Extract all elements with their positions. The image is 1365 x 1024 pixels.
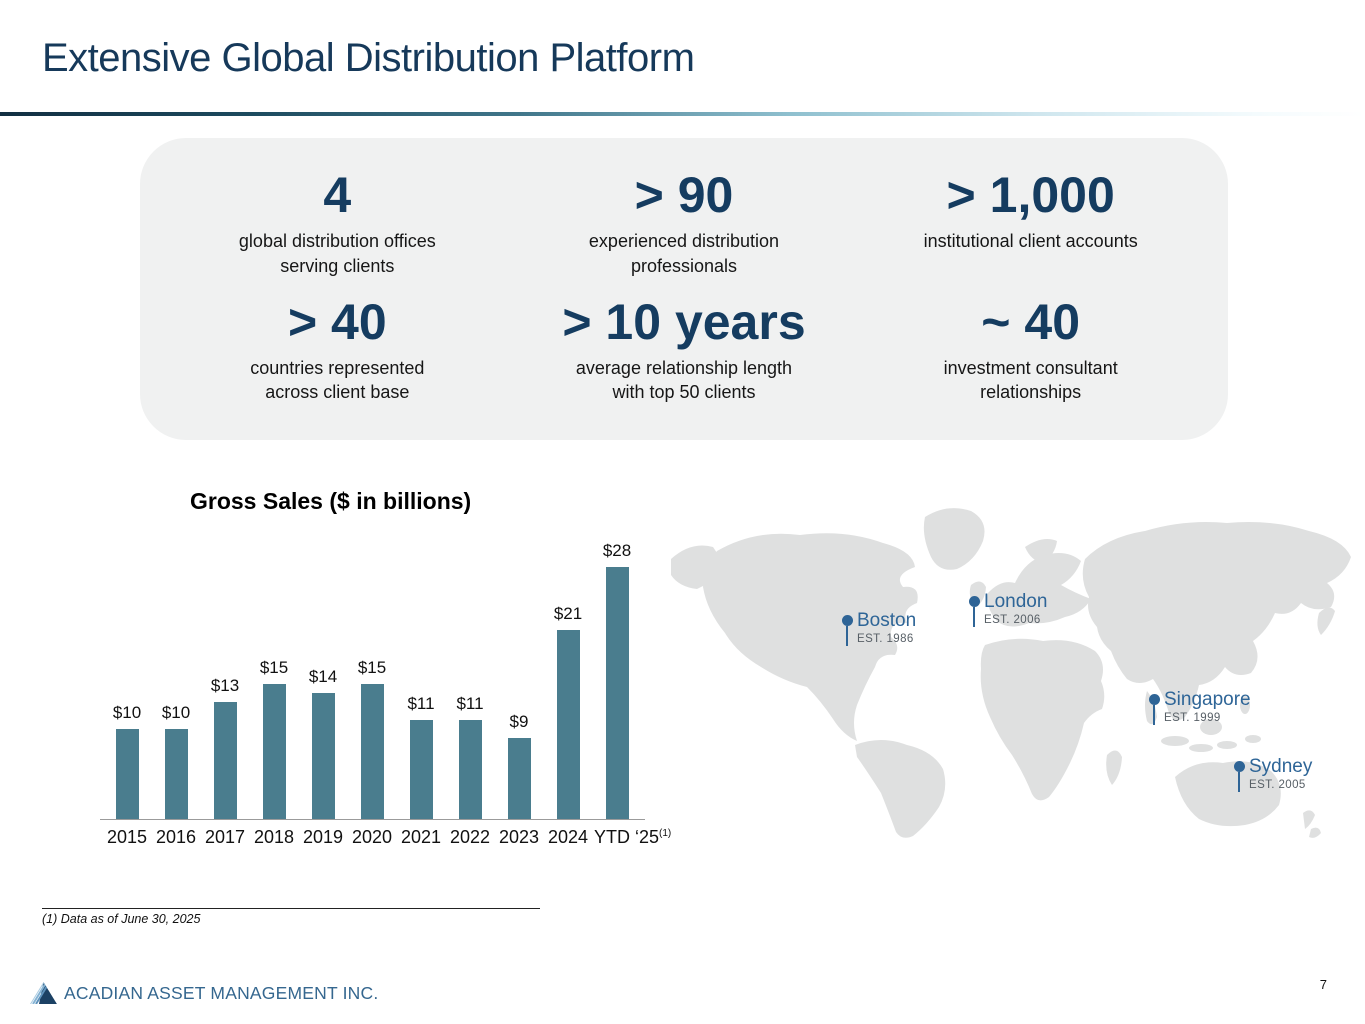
bar-data-label: $13 (211, 676, 239, 696)
bar (312, 693, 335, 819)
bar-data-label: $28 (603, 541, 631, 561)
stat-value: ~ 40 (857, 295, 1204, 350)
x-axis-label: 2018 (251, 827, 297, 848)
stat-value: > 1,000 (857, 168, 1204, 223)
stat-caption: average relationship length with top 50 … (511, 356, 858, 406)
stat-item-3: > 1,000 institutional client accounts (857, 168, 1204, 279)
bar-data-label: $10 (162, 703, 190, 723)
x-axis-label: 2021 (398, 827, 444, 848)
pin-head-icon (1234, 761, 1245, 772)
pin-stem-icon (1238, 772, 1241, 792)
bar-chart-x-labels: 2015201620172018201920202021202220232024… (100, 827, 645, 848)
bar (116, 729, 139, 819)
bar (214, 702, 237, 819)
bar (508, 738, 531, 819)
stat-value: > 90 (511, 168, 858, 223)
pin-stem-icon (846, 626, 849, 646)
pin-head-icon (1149, 694, 1160, 705)
stat-value: 4 (164, 168, 511, 223)
title-divider (0, 112, 1365, 116)
bar-data-label: $10 (113, 703, 141, 723)
page-title: Extensive Global Distribution Platform (42, 36, 694, 81)
bar-column: $21 (545, 604, 591, 819)
acadian-logo-icon (30, 982, 57, 1004)
office-city: Singapore (1164, 689, 1251, 711)
bar-data-label: $11 (407, 694, 434, 714)
stat-caption: global distribution offices serving clie… (164, 229, 511, 279)
stat-item-4: > 40 countries represented across client … (164, 295, 511, 406)
bar-column: $11 (398, 694, 444, 819)
stat-value: > 40 (164, 295, 511, 350)
bar-data-label: $11 (456, 694, 483, 714)
stat-item-6: ~ 40 investment consultant relationships (857, 295, 1204, 406)
page-number: 7 (1320, 977, 1327, 992)
bar-column: $10 (153, 703, 199, 819)
office-label: BostonEST. 1986 (857, 610, 916, 645)
office-established: EST. 1999 (1164, 712, 1251, 724)
office-established: EST. 2005 (1249, 779, 1312, 791)
bar-data-label: $15 (358, 658, 386, 678)
x-axis-label: 2017 (202, 827, 248, 848)
bar-data-label: $14 (309, 667, 337, 687)
stat-item-1: 4 global distribution offices serving cli… (164, 168, 511, 279)
bar-data-label: $21 (554, 604, 582, 624)
bar-data-label: $9 (510, 712, 529, 732)
bar (263, 684, 286, 819)
bar-column: $15 (349, 658, 395, 819)
office-label: SydneyEST. 2005 (1249, 756, 1312, 791)
footnote-divider (42, 908, 540, 909)
pin-stem-icon (1153, 705, 1156, 725)
bar (410, 720, 433, 819)
company-name: ACADIAN ASSET MANAGEMENT INC. (64, 983, 378, 1004)
x-axis-label: YTD ‘25(1) (594, 827, 640, 848)
bar-column: $14 (300, 667, 346, 819)
company-logo: ACADIAN ASSET MANAGEMENT INC. (30, 982, 378, 1004)
footnote: (1) Data as of June 30, 2025 (42, 912, 200, 926)
bar-column: $28 (594, 541, 640, 819)
x-axis-label: 2022 (447, 827, 493, 848)
office-label: SingaporeEST. 1999 (1164, 689, 1251, 724)
stat-caption: institutional client accounts (857, 229, 1204, 254)
office-city: Sydney (1249, 756, 1312, 778)
pin-head-icon (842, 615, 853, 626)
bar-chart-bars: $10 $10 $13 $15 $14 $15 $11 $11 $9 $21 $28 (100, 537, 645, 820)
bar-column: $11 (447, 694, 493, 819)
bar (165, 729, 188, 819)
chart-title: Gross Sales ($ in billions) (190, 488, 471, 515)
office-established: EST. 1986 (857, 633, 916, 645)
x-axis-label: 2019 (300, 827, 346, 848)
pin-head-icon (969, 596, 980, 607)
bar-column: $9 (496, 712, 542, 819)
stats-grid: 4 global distribution offices serving cli… (140, 138, 1228, 405)
x-axis-label: 2023 (496, 827, 542, 848)
stat-item-5: > 10 years average relationship length wi… (511, 295, 858, 406)
x-axis-label: 2015 (104, 827, 150, 848)
office-label: LondonEST. 2006 (984, 591, 1047, 626)
office-city: Boston (857, 610, 916, 632)
bar-column: $10 (104, 703, 150, 819)
x-axis-label: 2020 (349, 827, 395, 848)
bar-column: $13 (202, 676, 248, 819)
office-established: EST. 2006 (984, 614, 1047, 626)
bar (361, 684, 384, 819)
world-map: BostonEST. 1986LondonEST. 2006SingaporeE… (655, 495, 1365, 840)
pin-stem-icon (973, 607, 976, 627)
stat-caption: investment consultant relationships (857, 356, 1204, 406)
bar (557, 630, 580, 819)
stat-caption: experienced distribution professionals (511, 229, 858, 279)
bar (459, 720, 482, 819)
stat-value: > 10 years (511, 295, 858, 350)
stat-item-2: > 90 experienced distribution professiona… (511, 168, 858, 279)
stat-caption: countries represented across client base (164, 356, 511, 406)
office-city: London (984, 591, 1047, 613)
stats-panel: 4 global distribution offices serving cli… (140, 138, 1228, 440)
gross-sales-bar-chart: $10$10$13$15$14$15$11$11$9$21$28 2015201… (100, 537, 645, 848)
x-axis-label: 2016 (153, 827, 199, 848)
bar-data-label: $15 (260, 658, 288, 678)
bar (606, 567, 629, 819)
bar-column: $15 (251, 658, 297, 819)
x-axis-label: 2024 (545, 827, 591, 848)
